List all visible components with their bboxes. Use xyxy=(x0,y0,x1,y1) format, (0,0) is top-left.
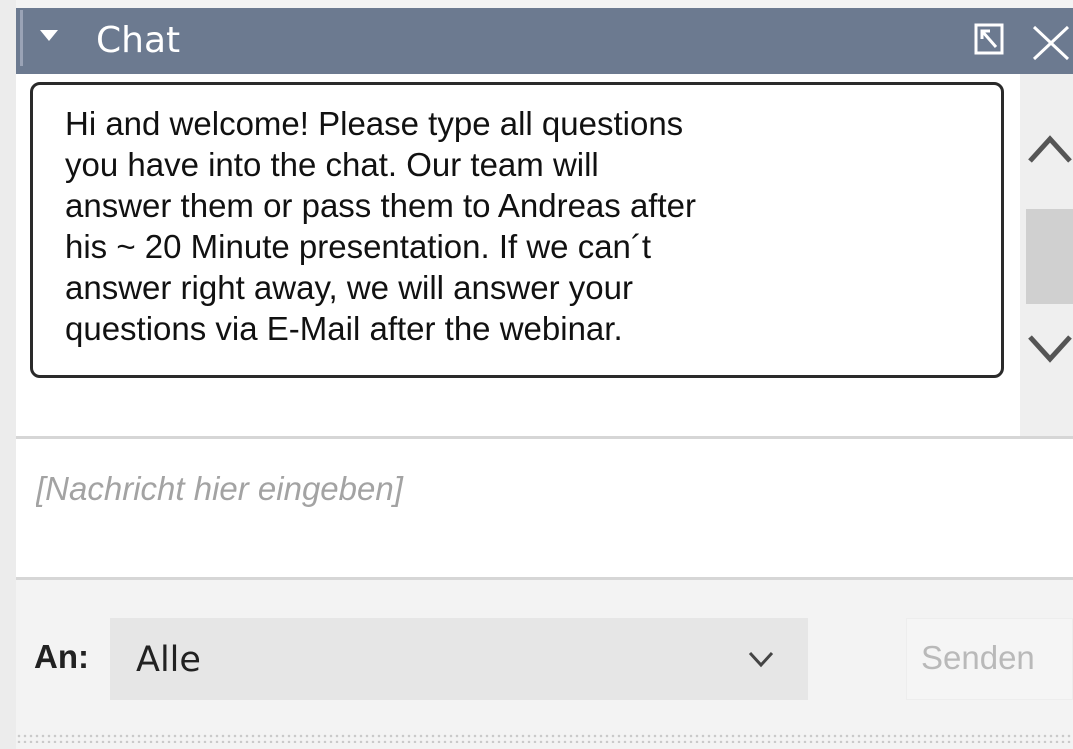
send-button[interactable]: Senden xyxy=(906,618,1073,700)
composer-footer: An: Alle Senden xyxy=(16,580,1073,730)
recipient-label: An: xyxy=(34,638,89,675)
recipient-selected-value: Alle xyxy=(136,640,201,680)
chevron-down-icon xyxy=(748,651,774,668)
chat-message-text: Hi and welcome! Please type all question… xyxy=(65,105,696,347)
chat-panel: Chat Hi and welcome! Please type all que… xyxy=(0,0,1073,749)
scroll-up-icon[interactable] xyxy=(1026,129,1073,169)
recipient-dropdown[interactable]: Alle xyxy=(110,618,808,700)
scrollbar[interactable] xyxy=(1020,74,1073,436)
titlebar-grip xyxy=(20,10,23,66)
window-title: Chat xyxy=(96,20,181,61)
chat-titlebar[interactable]: Chat xyxy=(16,8,1073,74)
message-list: Hi and welcome! Please type all question… xyxy=(16,74,1073,436)
send-button-label: Senden xyxy=(921,639,1035,676)
undock-icon[interactable] xyxy=(974,23,1004,55)
resize-grip[interactable] xyxy=(16,733,1073,743)
scroll-down-icon[interactable] xyxy=(1026,329,1073,369)
chat-message-bubble: Hi and welcome! Please type all question… xyxy=(30,82,1004,378)
composer-area[interactable] xyxy=(16,439,1073,577)
scrollbar-thumb[interactable] xyxy=(1026,209,1073,304)
left-edge xyxy=(0,0,16,749)
close-icon[interactable] xyxy=(1028,23,1073,63)
caret-down-icon[interactable] xyxy=(40,30,58,41)
message-input[interactable] xyxy=(36,459,1036,519)
